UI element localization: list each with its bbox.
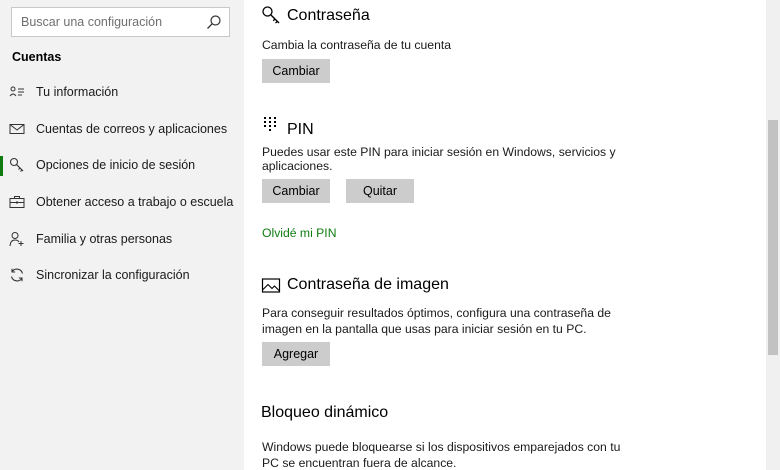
password-description: Cambia la contraseña de tu cuenta — [262, 38, 452, 52]
picture-password-description-line2: imagen en la pantalla que usas para inic… — [262, 322, 587, 336]
active-indicator — [0, 230, 3, 250]
active-indicator — [0, 120, 3, 140]
password-change-button[interactable]: Cambiar — [262, 59, 330, 83]
person-card-icon — [9, 86, 24, 97]
sidebar-item-label: Tu información — [36, 85, 119, 99]
picture-icon — [261, 278, 281, 293]
sidebar-item-sincronizar[interactable]: Sincronizar la configuración — [0, 260, 244, 290]
picture-password-add-button[interactable]: Agregar — [262, 342, 330, 366]
search-box[interactable] — [11, 7, 230, 37]
pin-keypad-icon — [264, 117, 276, 131]
pin-description-line2: aplicaciones. — [262, 159, 333, 173]
sidebar-item-label: Sincronizar la configuración — [36, 268, 190, 282]
sidebar: Cuentas Tu información Cuentas de correo… — [0, 0, 244, 470]
search-icon[interactable] — [206, 14, 222, 30]
dynamic-lock-description-line2: PC se encuentran fuera de alcance. — [262, 456, 457, 470]
sync-icon — [10, 268, 24, 282]
scrollbar-thumb[interactable] — [768, 120, 778, 355]
pin-change-button[interactable]: Cambiar — [262, 179, 330, 203]
sidebar-item-familia[interactable]: Familia y otras personas — [0, 224, 244, 254]
sidebar-item-opciones-inicio-sesion[interactable]: Opciones de inicio de sesión — [0, 150, 244, 180]
search-input[interactable] — [12, 8, 202, 36]
sidebar-item-label: Cuentas de correos y aplicaciones — [36, 122, 228, 136]
sidebar-item-label: Opciones de inicio de sesión — [36, 158, 196, 172]
key-icon — [9, 157, 24, 172]
picture-password-title: Contraseña de imagen — [287, 276, 449, 293]
key-icon — [262, 6, 280, 24]
active-indicator — [0, 156, 3, 176]
main-content: Contraseña Cambia la contraseña de tu cu… — [244, 0, 780, 470]
vertical-scrollbar[interactable] — [766, 0, 780, 470]
forgot-pin-link[interactable]: Olvidé mi PIN — [262, 226, 337, 240]
active-indicator — [0, 83, 3, 103]
active-indicator — [0, 266, 3, 286]
person-add-icon — [9, 232, 24, 247]
password-title: Contraseña — [287, 7, 370, 24]
sidebar-item-label: Obtener acceso a trabajo o escuela — [36, 195, 234, 209]
sidebar-item-tu-informacion[interactable]: Tu información — [0, 77, 244, 107]
dynamic-lock-title: Bloqueo dinámico — [261, 404, 389, 421]
pin-remove-button[interactable]: Quitar — [346, 179, 414, 203]
pin-title: PIN — [287, 121, 314, 138]
sidebar-section-title: Cuentas — [12, 50, 62, 64]
mail-icon — [9, 124, 25, 134]
sidebar-item-label: Familia y otras personas — [36, 232, 173, 246]
sidebar-item-trabajo-escuela[interactable]: Obtener acceso a trabajo o escuela — [0, 187, 244, 217]
briefcase-icon — [9, 196, 25, 208]
active-indicator — [0, 193, 3, 213]
sidebar-item-cuentas-correo[interactable]: Cuentas de correos y aplicaciones — [0, 114, 244, 144]
